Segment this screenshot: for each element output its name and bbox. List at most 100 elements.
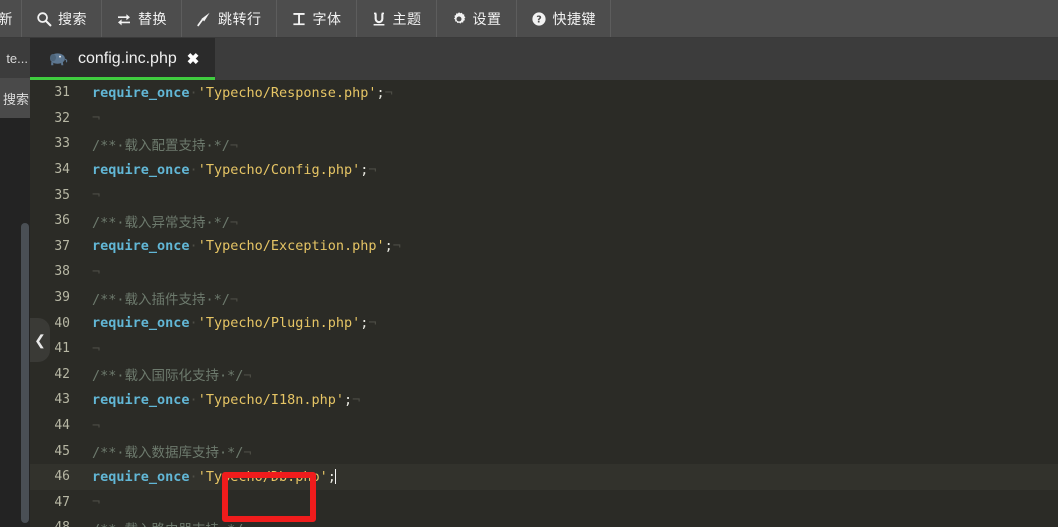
line-number: 47 [30, 495, 74, 510]
code-line[interactable]: 39 /**·载入插件支持·*/¬ [30, 285, 1058, 311]
code-line[interactable]: 34require_once·'Typecho/Config.php';¬ [30, 157, 1058, 183]
sidebar-ghost-tab[interactable]: te... [0, 38, 30, 78]
font-icon [291, 11, 307, 27]
code-text: ¬ [86, 187, 100, 203]
tab-title: config.inc.php [78, 50, 177, 68]
chevron-left-icon: ❮ [34, 332, 46, 349]
code-line[interactable]: 47 ¬ [30, 490, 1058, 516]
token-eol: ¬ [92, 418, 100, 434]
token-dot: · [190, 469, 198, 485]
toolbar-item-theme[interactable]: 主题 [357, 0, 437, 37]
toolbar-item-clipped-label: 新 [0, 9, 13, 29]
code-text: ¬ [86, 110, 100, 126]
token-kw: require_once [92, 162, 190, 178]
token-eol: ¬ [243, 522, 251, 527]
token-cmt: /**·载入国际化支持·*/ [92, 368, 243, 384]
line-number: 32 [30, 111, 74, 126]
code-line[interactable]: 35 ¬ [30, 182, 1058, 208]
toolbar-item-shortcuts[interactable]: ? 快捷键 [517, 0, 612, 37]
code-text: /**·载入异常支持·*/¬ [86, 211, 238, 231]
replace-icon [116, 11, 132, 27]
code-line[interactable]: 43 require_once·'Typecho/I18n.php';¬ [30, 387, 1058, 413]
gear-icon [451, 11, 467, 27]
token-kw: require_once [92, 392, 190, 408]
line-number: 37 [30, 239, 74, 254]
goto-line-icon [196, 11, 212, 27]
toolbar-item-settings-label: 设置 [473, 9, 502, 29]
token-dot: · [190, 315, 198, 331]
token-cmt: /**·载入配置支持·*/ [92, 138, 230, 154]
token-eol: ¬ [92, 494, 100, 510]
code-text: require_once·'Typecho/Response.php';¬ [86, 85, 393, 101]
token-kw: require_once [92, 469, 190, 485]
toolbar-item-replace[interactable]: 替换 [102, 0, 182, 37]
token-kw: require_once [92, 315, 190, 331]
code-line[interactable]: 42 /**·载入国际化支持·*/¬ [30, 362, 1058, 388]
line-number: 38 [30, 264, 74, 279]
code-text: ¬ [86, 494, 100, 510]
code-line[interactable]: 38 ¬ [30, 259, 1058, 285]
toolbar-item-font[interactable]: 字体 [277, 0, 357, 37]
sidebar-search-panel[interactable]: 搜索 [0, 78, 30, 118]
line-number: 35 [30, 188, 74, 203]
toolbar-item-replace-label: 替换 [138, 9, 167, 29]
sidebar-ghost-tab-label: te... [6, 51, 28, 66]
token-op: ; [385, 238, 393, 254]
help-icon: ? [531, 11, 547, 27]
code-text: require_once·'Typecho/Db.php'; [86, 469, 336, 485]
line-number: 39 [30, 290, 74, 305]
code-line[interactable]: 31require_once·'Typecho/Response.php';¬ [30, 80, 1058, 106]
sidebar-scrollbar[interactable] [21, 223, 29, 523]
code-line[interactable]: 36/**·载入异常支持·*/¬ [30, 208, 1058, 234]
svg-text:?: ? [536, 14, 542, 25]
sidebar-collapse-button[interactable]: ❮ [30, 318, 50, 362]
code-line[interactable]: 48/**·载入路由器支持·*/¬ [30, 515, 1058, 527]
code-text: ¬ [86, 418, 100, 434]
toolbar-item-goto-line-label: 跳转行 [218, 9, 262, 29]
code-line[interactable]: 32 ¬ [30, 106, 1058, 132]
code-editor[interactable]: 31require_once·'Typecho/Response.php';¬3… [30, 80, 1058, 527]
code-line[interactable]: 40require_once·'Typecho/Plugin.php';¬ [30, 310, 1058, 336]
toolbar-item-search[interactable]: 搜索 [22, 0, 102, 37]
token-eol: ¬ [368, 162, 376, 178]
token-op: ; [344, 392, 352, 408]
code-text: require_once·'Typecho/I18n.php';¬ [86, 392, 360, 408]
line-number: 34 [30, 162, 74, 177]
code-text: /**·载入路由器支持·*/¬ [86, 518, 252, 527]
line-number: 44 [30, 418, 74, 433]
code-line[interactable]: 33/**·载入配置支持·*/¬ [30, 131, 1058, 157]
code-text: ¬ [86, 341, 100, 357]
token-kw: require_once [92, 85, 190, 101]
code-line[interactable]: 41¬ [30, 336, 1058, 362]
token-eol: ¬ [92, 341, 100, 357]
main-toolbar: 新 搜索 替换 跳转行 [0, 0, 1058, 38]
token-eol: ¬ [243, 368, 251, 384]
line-number: 43 [30, 392, 74, 407]
token-cmt: /**·载入路由器支持·*/ [92, 522, 243, 527]
code-text: ¬ [86, 264, 100, 280]
toolbar-item-settings[interactable]: 设置 [437, 0, 517, 37]
code-text: /**·载入插件支持·*/¬ [86, 288, 238, 308]
code-line[interactable]: 37require_once·'Typecho/Exception.php';¬ [30, 234, 1058, 260]
token-eol: ¬ [92, 264, 100, 280]
code-line[interactable]: 45/**·载入数据库支持·*/¬ [30, 438, 1058, 464]
theme-icon [371, 11, 387, 27]
line-number: 42 [30, 367, 74, 382]
search-icon [36, 11, 52, 27]
toolbar-item-goto-line[interactable]: 跳转行 [182, 0, 277, 37]
code-line[interactable]: 46require_once·'Typecho/Db.php'; [30, 464, 1058, 490]
toolbar-item-clipped[interactable]: 新 [0, 0, 22, 37]
tab-config-inc-php[interactable]: config.inc.php ✖ [30, 38, 215, 80]
token-cmt: /**·载入数据库支持·*/ [92, 445, 243, 461]
token-str: 'Typecho/Config.php' [198, 162, 361, 178]
close-icon[interactable]: ✖ [187, 52, 200, 67]
code-line[interactable]: 44 ¬ [30, 413, 1058, 439]
toolbar-item-search-label: 搜索 [58, 9, 87, 29]
token-op: ; [377, 85, 385, 101]
token-dot: · [190, 162, 198, 178]
token-cmt: /**·载入插件支持·*/ [92, 292, 230, 308]
code-text: /**·载入国际化支持·*/¬ [86, 364, 252, 384]
token-eol: ¬ [393, 238, 401, 254]
code-text: require_once·'Typecho/Plugin.php';¬ [86, 315, 377, 331]
line-number: 45 [30, 444, 74, 459]
